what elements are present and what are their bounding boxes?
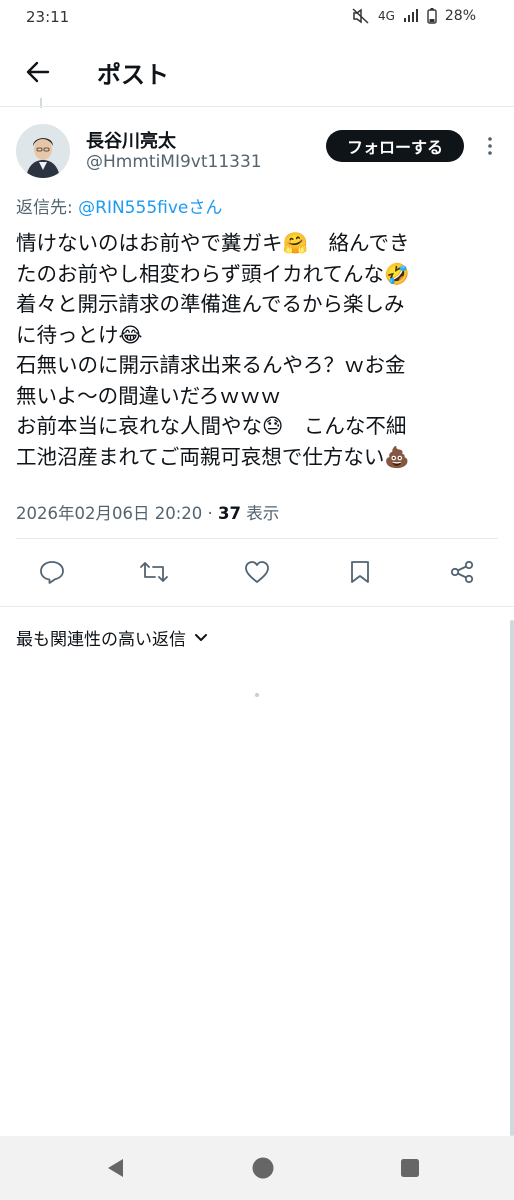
follow-button[interactable]: フォローする [326, 130, 464, 162]
reply-sort-dropdown[interactable]: 最も関連性の高い返信 [16, 625, 208, 650]
tweet-line: お前本当に哀れな人間やな😓 こんな不細 [16, 414, 407, 438]
page-title: ポスト [97, 61, 169, 89]
tweet-line: 着々と開示請求の準備進んでるから楽しみ [16, 292, 405, 316]
network-type: 4G [377, 9, 395, 23]
tweet-line: に待っとけ😂 [16, 322, 143, 347]
status-time: 23:11 [26, 8, 70, 26]
actions-divider [0, 606, 514, 607]
meta-separator: · [202, 504, 219, 523]
retweet-icon[interactable] [140, 558, 168, 586]
header-divider [0, 106, 514, 107]
status-icons: 4G 28% [352, 8, 476, 24]
share-icon[interactable] [448, 558, 476, 586]
heart-icon[interactable] [243, 558, 271, 586]
reply-to-label: 返信先: [16, 198, 79, 218]
reply-to-line: 返信先: @RIN555fiveさん [16, 193, 222, 218]
avatar[interactable] [16, 124, 70, 178]
signal-icon [403, 9, 419, 23]
chevron-down-icon [194, 628, 208, 648]
tweet-line: たのお前やし相変わらず頭イカれてんな🤣 [16, 261, 410, 286]
views-label: 表示 [241, 504, 280, 523]
tweet-text: 情けないのはお前やで糞ガキ🤗 絡んでき たのお前やし相変わらず頭イカれてんな🤣 … [16, 228, 500, 472]
tweet-line: 石無いのに開示請求出来るんやろ？ｗお金 [16, 353, 406, 377]
bookmark-icon[interactable] [346, 558, 374, 586]
back-arrow-icon[interactable] [22, 58, 54, 86]
tweet-line: 情けないのはお前やで糞ガキ🤗 絡んでき [16, 231, 410, 255]
tweet-line: 無いよ～の間違いだろｗｗｗ [16, 383, 281, 408]
scrollbar[interactable] [510, 620, 514, 1136]
nav-back-icon[interactable] [102, 1155, 128, 1181]
loading-indicator [255, 693, 259, 697]
reply-sort-label: 最も関連性の高い返信 [16, 630, 186, 650]
mute-icon [352, 8, 370, 24]
user-handle[interactable]: @HmmtiMI9vt11331 [86, 152, 262, 172]
views-count[interactable]: 37 [218, 504, 241, 523]
battery-percent: 28% [444, 8, 476, 24]
battery-icon [427, 8, 437, 24]
meta-divider [16, 538, 498, 539]
nav-home-icon[interactable] [250, 1155, 276, 1181]
timestamp[interactable]: 2026年02月06日 20:20 [16, 504, 202, 523]
reply-to-mention[interactable]: @RIN555fiveさん [78, 198, 222, 218]
display-name[interactable]: 長谷川亮太 [86, 127, 176, 153]
reply-icon[interactable] [38, 558, 66, 586]
tweet-line: 工池沼産まれてご両親可哀想で仕方ない💩 [16, 444, 410, 469]
more-options-icon[interactable] [480, 134, 500, 158]
tweet-meta: 2026年02月06日 20:20 · 37 表示 [16, 500, 279, 524]
nav-recents-icon[interactable] [397, 1155, 423, 1181]
